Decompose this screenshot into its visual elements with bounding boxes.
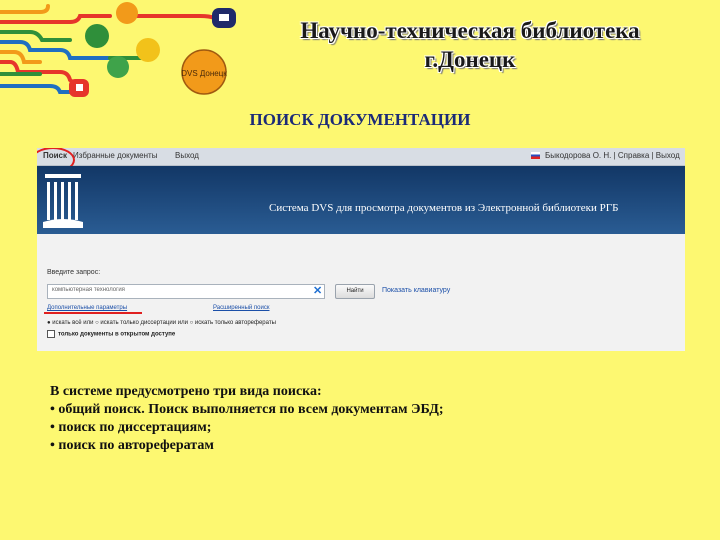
tool-icon — [116, 2, 138, 24]
hammer-wrench-icon — [136, 38, 160, 62]
search-input[interactable]: компьютерная технология — [47, 284, 325, 299]
open-access-label: только документы в открытом доступе — [58, 331, 176, 338]
bullet-abstracts: • поиск по авторефератам — [50, 438, 214, 453]
graduation-cap-icon — [107, 56, 129, 78]
extended-search-link[interactable]: Расширенный поиск — [213, 305, 270, 311]
slide-subtitle: ПОИСК ДОКУМЕНТАЦИИ — [249, 110, 471, 129]
checkbox-icon[interactable] — [47, 330, 55, 338]
clear-icon[interactable]: ✕ — [313, 285, 322, 297]
rgb-banner: Система DVS для просмотра документов из … — [37, 166, 685, 234]
bullet-general: • общий поиск. Поиск выполняется по всем… — [50, 402, 444, 417]
advanced-params-link[interactable]: Дополнительные параметры — [47, 305, 127, 311]
nav-exit[interactable]: Выход — [175, 151, 199, 160]
open-access-checkbox[interactable]: только документы в открытом доступе — [47, 330, 175, 338]
embedded-screenshot: Поиск Избранные документы Выход Быкодоро… — [37, 148, 685, 351]
user-menu[interactable]: Быкодорова О. Н. | Справка | Выход — [545, 151, 680, 160]
top-nav-bar: Поиск Избранные документы Выход Быкодоро… — [37, 148, 685, 166]
description-text: В системе предусмотрено три вида поиска:… — [50, 383, 690, 455]
slide-title: Научно-техническая библиотека г.Донецк — [250, 16, 690, 74]
show-keyboard-link[interactable]: Показать клавиатуру — [382, 287, 450, 294]
decorative-logo-graphic: DVS Донецк — [0, 2, 236, 97]
search-type-radios[interactable]: ● искать всё или ○ искать только диссерт… — [47, 320, 276, 326]
search-input-value: компьютерная технология — [52, 287, 125, 293]
query-label: Введите запрос: — [47, 269, 101, 276]
title-line1: Научно-техническая библиотека — [300, 18, 640, 43]
nav-favorites[interactable]: Избранные документы — [73, 151, 157, 160]
rgb-building-logo-icon — [43, 174, 83, 228]
title-line2: г.Донецк — [424, 47, 516, 72]
find-button[interactable]: Найти — [335, 284, 375, 299]
banner-title: Система DVS для просмотра документов из … — [269, 202, 619, 214]
language-flag-icon[interactable] — [531, 152, 540, 159]
globe-icon — [85, 24, 109, 48]
highlight-underline — [44, 312, 142, 314]
dvs-emblem-text: DVS Донецк — [181, 69, 227, 78]
bullet-intro: В системе предусмотрено три вида поиска: — [50, 384, 322, 399]
bullet-dissertations: • поиск по диссертациям; — [50, 420, 212, 435]
